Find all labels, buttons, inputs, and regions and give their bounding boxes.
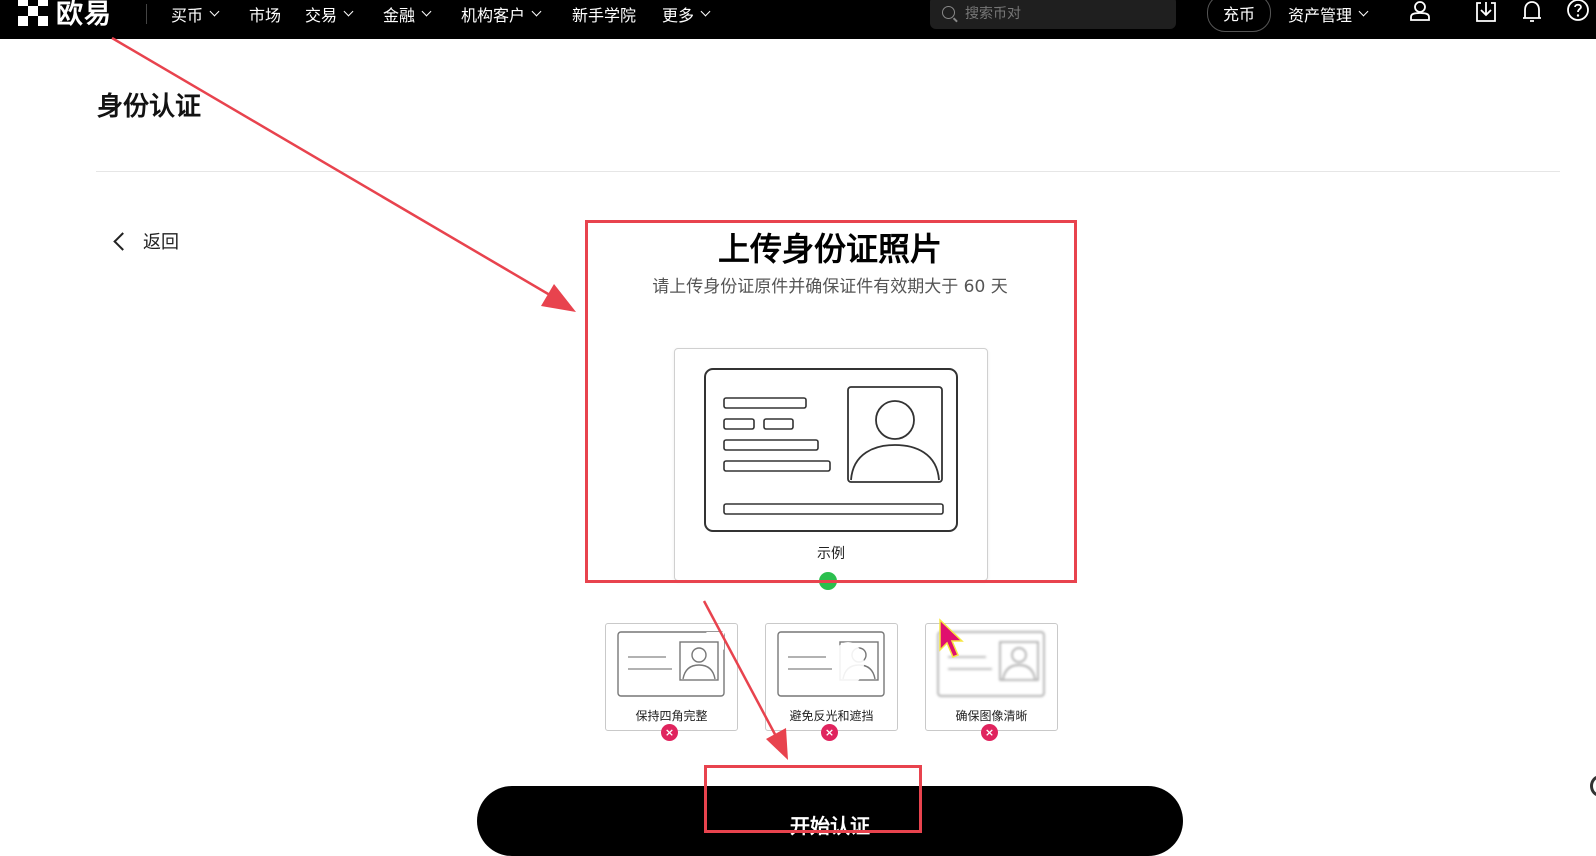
annotation-arrows [111,36,964,760]
cursor-icon [939,618,964,658]
